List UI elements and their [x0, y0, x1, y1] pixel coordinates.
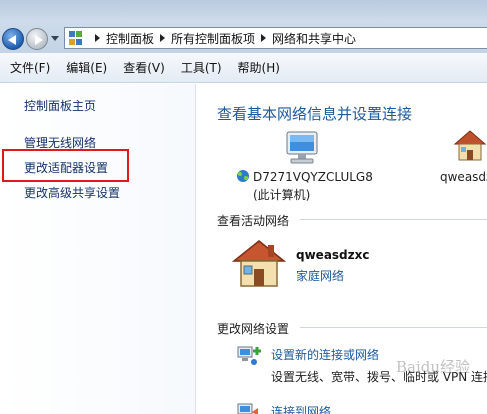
breadcrumb-chevron-icon[interactable] — [160, 34, 166, 42]
computer-name: D7271VQYZCLULG8 — [253, 170, 373, 184]
back-button[interactable] — [2, 28, 24, 50]
connect-to-network-link[interactable]: 连接到网络 — [271, 403, 331, 414]
page-title: 查看基本网络信息并设置连接 — [217, 105, 413, 123]
recent-pages-dropdown-icon[interactable] — [51, 36, 59, 41]
watermark: Baidu经验 — [396, 358, 471, 376]
breadcrumb-chevron-icon[interactable] — [95, 34, 100, 42]
left-pane: 控制面板主页 管理无线网络 更改适配器设置 更改高级共享设置 — [0, 84, 196, 414]
breadcrumb-control-panel[interactable]: 控制面板 — [106, 30, 154, 47]
setup-connection-link[interactable]: 设置新的连接或网络 — [271, 346, 379, 363]
forward-button[interactable] — [26, 28, 48, 50]
address-bar[interactable]: 控制面板 所有控制面板项 网络和共享中心 — [64, 27, 487, 49]
breadcrumb-chevron-icon[interactable] — [261, 34, 267, 42]
network-map-name: qweasdz — [440, 170, 487, 184]
title-bar: 控制面板 所有控制面板项 网络和共享中心 — [0, 0, 487, 53]
connect-network-icon — [237, 403, 258, 414]
menu-bar: 文件(F) 编辑(E) 查看(V) 工具(T) 帮助(H) — [0, 53, 487, 83]
menu-view[interactable]: 查看(V) — [121, 57, 167, 78]
control-panel-icon — [69, 31, 83, 45]
computer-subtitle: (此计算机) — [253, 188, 311, 202]
change-settings-label: 更改网络设置 — [217, 322, 290, 336]
new-connection-icon — [237, 346, 261, 365]
active-network-name: qweasdzxc — [296, 248, 370, 262]
network-house-icon — [453, 130, 487, 161]
active-networks-label: 查看活动网络 — [217, 214, 290, 228]
section-divider — [300, 327, 487, 328]
control-panel-home-link[interactable]: 控制面板主页 — [24, 97, 96, 114]
computer-icon — [286, 131, 318, 164]
menu-file[interactable]: 文件(F) — [8, 57, 52, 78]
network-type-link[interactable]: 家庭网络 — [296, 267, 344, 284]
advanced-sharing-link[interactable]: 更改高级共享设置 — [24, 184, 120, 201]
menu-edit[interactable]: 编辑(E) — [64, 57, 109, 78]
breadcrumb-network-center[interactable]: 网络和共享中心 — [272, 30, 356, 47]
section-divider — [300, 219, 487, 220]
highlight-annotation-box — [2, 149, 129, 182]
menu-tools[interactable]: 工具(T) — [179, 57, 224, 78]
menu-help[interactable]: 帮助(H) — [236, 57, 282, 78]
breadcrumb-all-items[interactable]: 所有控制面板项 — [171, 30, 255, 47]
home-network-icon — [232, 240, 286, 287]
network-status-icon — [237, 170, 249, 182]
